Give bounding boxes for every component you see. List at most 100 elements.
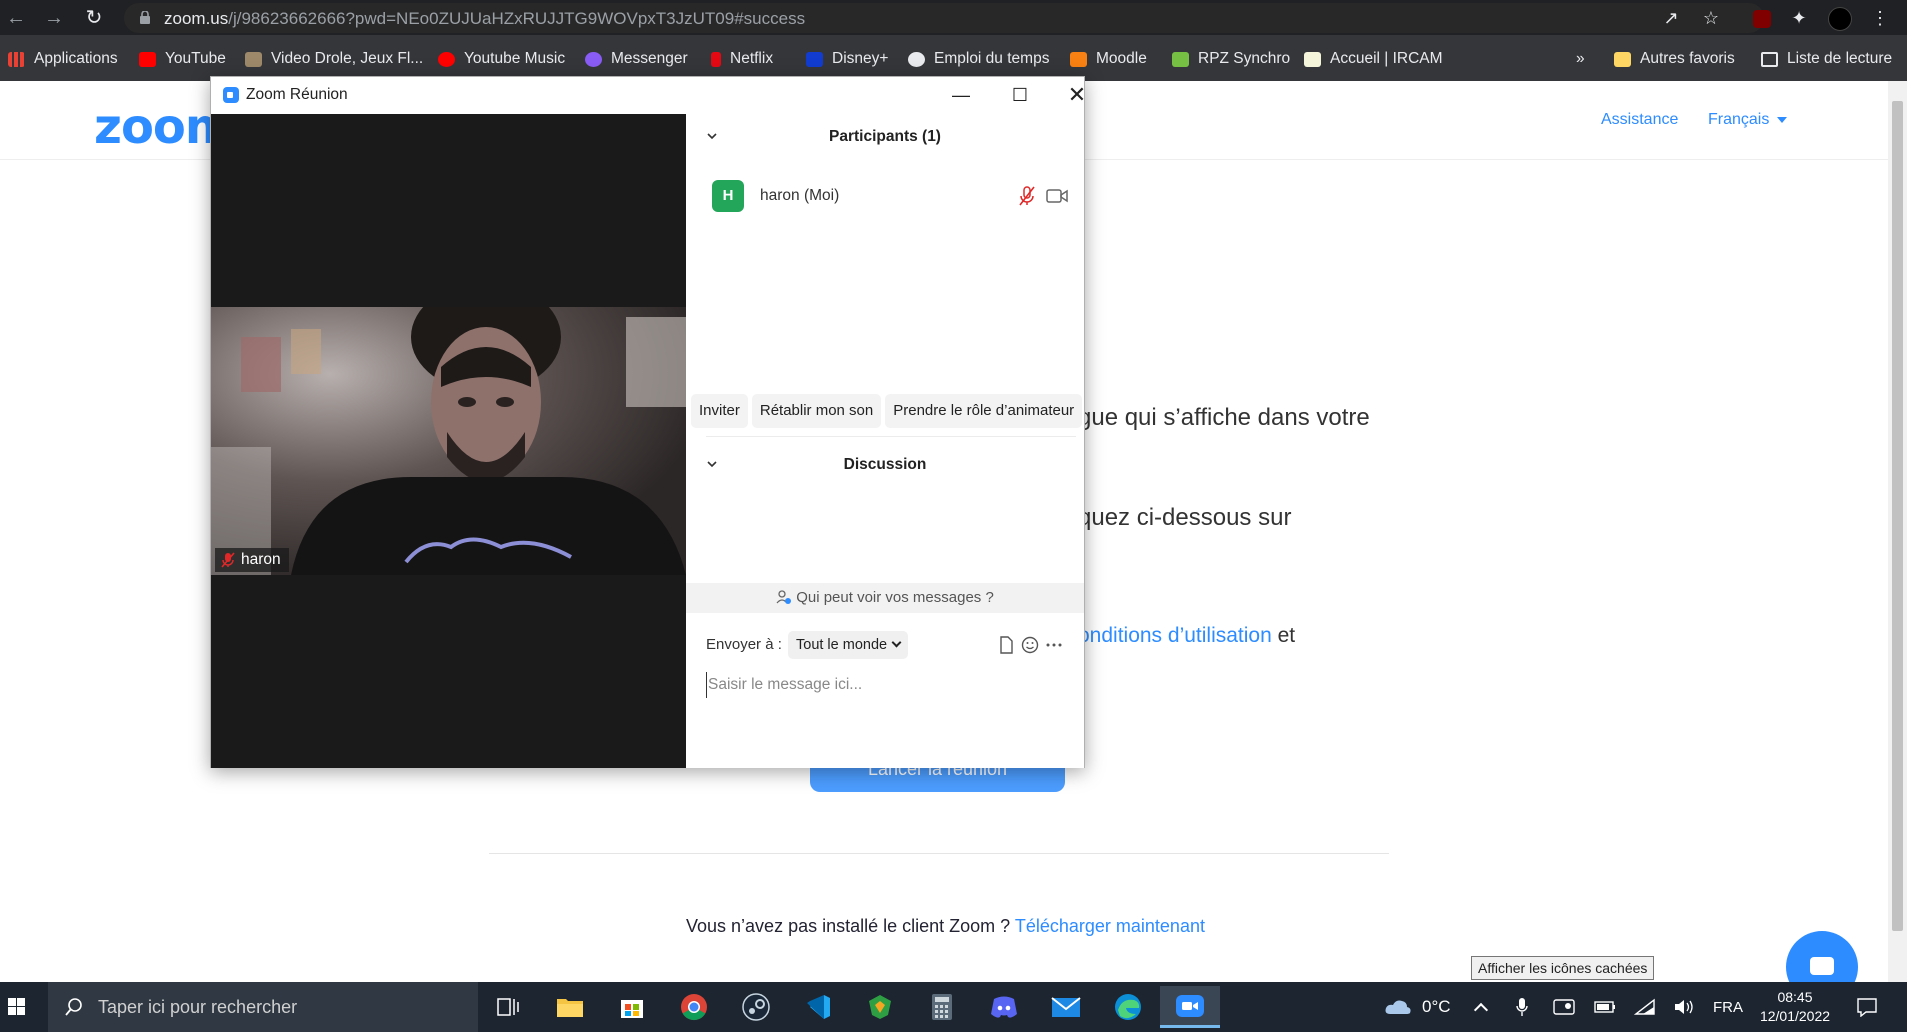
other-bookmarks-folder[interactable]: Autres favoris [1614,48,1735,70]
support-link[interactable]: Assistance [1601,111,1678,129]
bookmark-star-icon[interactable]: ☆ [1697,4,1725,32]
participant-video[interactable] [211,307,686,575]
reload-icon[interactable]: ↻ [80,4,108,32]
notifications-icon[interactable] [1856,982,1878,1032]
bookmark-disney[interactable]: Disney+ [806,48,888,70]
bookmark-moodle[interactable]: Moodle [1070,48,1147,70]
chrome-icon[interactable] [676,990,712,1024]
bookmark-netflix[interactable]: Netflix [711,48,773,70]
scrollbar-thumb[interactable] [1892,101,1903,931]
share-icon[interactable]: ↗ [1657,4,1685,32]
bookmark-rpz-synchro[interactable]: RPZ Synchro [1172,48,1290,70]
close-button[interactable]: ✕ [1054,80,1100,110]
file-icon[interactable] [996,635,1016,655]
wifi-icon[interactable] [1634,982,1656,1032]
emoji-icon[interactable] [1020,635,1040,655]
bookmarks-overflow-button[interactable]: » [1576,48,1585,70]
bookmark-youtube[interactable]: YouTube [139,48,226,70]
more-options-icon[interactable] [1044,635,1064,655]
youtube-icon [139,51,156,67]
search-icon [65,998,82,1016]
message-input[interactable] [706,672,1066,698]
terms-link[interactable]: onditions d’utilisation [1078,624,1272,647]
reading-list[interactable]: Liste de lecture [1761,48,1892,70]
windows-taskbar: Taper ici pour rechercher 0°C FRA 08:45 … [0,982,1907,1032]
bookmark-ircam[interactable]: Accueil | IRCAM [1304,48,1443,70]
muted-mic-icon[interactable] [1018,186,1036,206]
input-language[interactable]: FRA [1713,982,1743,1032]
start-button[interactable] [0,982,48,1032]
maximize-button[interactable]: ☐ [997,80,1043,110]
participant-actions: Inviter Rétablir mon son Prendre le rôle… [691,394,1083,428]
green-app-icon[interactable] [862,990,898,1024]
section-divider [706,436,1076,437]
microphone-icon[interactable] [1515,982,1529,1032]
profile-avatar[interactable] [1826,4,1854,32]
invite-button[interactable]: Inviter [691,394,748,428]
unmute-button[interactable]: Rétablir mon son [751,394,882,428]
volume-icon[interactable] [1673,982,1695,1032]
instruction-line-2: quez ci-dessous sur [1078,504,1292,531]
zoom-app-icon [223,87,239,103]
send-to-label: Envoyer à : [706,636,782,653]
rpz-icon [1172,51,1189,67]
edge-icon[interactable] [1110,990,1146,1024]
recipient-dropdown[interactable]: Tout le monde [788,631,909,659]
support-chat-button[interactable] [1786,931,1858,982]
video-drole-icon [245,51,262,67]
bookmark-video-drole[interactable]: Video Drole, Jeux Fl... [245,48,423,70]
forward-icon[interactable]: → [40,4,68,32]
microsoft-store-icon[interactable] [614,990,650,1024]
discord-icon[interactable] [986,990,1022,1024]
participant-row[interactable]: H haron (Moi) [712,180,1072,212]
reading-list-icon [1761,51,1778,67]
zoom-taskbar-icon[interactable] [1160,986,1220,1028]
chat-header[interactable]: Discussion [686,450,1084,480]
bookmark-youtube-music[interactable]: Youtube Music [438,48,565,70]
back-icon[interactable]: ← [2,4,30,32]
mail-icon[interactable] [1048,990,1084,1024]
ublock-icon[interactable] [1748,4,1776,32]
send-to-row: Envoyer à : Tout le monde [706,631,1076,659]
battery-icon[interactable] [1594,982,1616,1032]
bookmark-emploi-du-temps[interactable]: Emploi du temps [908,48,1049,70]
terms-line: onditions d’utilisation et [1078,624,1296,647]
hidden-icons-tooltip: Afficher les icônes cachées [1471,956,1655,980]
webcam-frame [211,307,686,575]
apps-grid-icon [8,51,25,67]
show-hidden-icons-button[interactable] [1473,982,1489,1032]
folder-icon [1614,51,1631,67]
claim-host-button[interactable]: Prendre le rôle d’animateur [885,394,1083,428]
weather-widget[interactable]: 0°C [1384,982,1451,1032]
muted-mic-icon [221,552,235,568]
page-scrollbar[interactable] [1888,81,1907,982]
bookmark-applications[interactable]: Applications [8,48,118,70]
search-placeholder: Taper ici pour rechercher [98,997,298,1017]
video-name-tag: haron [215,548,289,572]
video-camera-icon[interactable] [1046,187,1068,205]
vscode-icon[interactable] [800,990,836,1024]
address-bar[interactable]: zoom.us/j/98623662666?pwd=NEo0ZUJUaHZxRU… [124,3,1764,33]
participants-header[interactable]: Participants (1) [686,122,1084,152]
globe-icon [908,51,925,67]
bookmark-messenger[interactable]: Messenger [585,48,688,70]
steam-icon[interactable] [738,990,774,1024]
screen-record-icon[interactable] [1553,982,1575,1032]
file-explorer-icon[interactable] [552,990,588,1024]
calculator-icon[interactable] [924,990,960,1024]
moodle-icon [1070,51,1087,67]
taskbar-search[interactable]: Taper ici pour rechercher [48,982,478,1032]
window-titlebar[interactable]: Zoom Réunion — ☐ ✕ [211,77,1086,114]
who-can-see-messages[interactable]: Qui peut voir vos messages ? [686,583,1084,613]
download-now-link[interactable]: Télécharger maintenant [1015,916,1205,936]
menu-icon[interactable]: ⋮ [1866,4,1894,32]
extensions-icon[interactable]: ✦ [1785,4,1813,32]
clock-date: 12/01/2022 [1759,1008,1831,1024]
clock-time: 08:45 [1777,989,1813,1005]
clock[interactable]: 08:45 12/01/2022 [1752,988,1838,1026]
task-view-icon[interactable] [490,990,526,1024]
minimize-button[interactable]: — [938,80,984,110]
language-selector[interactable]: Français [1708,111,1788,129]
participant-avatar: H [712,180,744,212]
participant-name: haron (Moi) [760,187,840,204]
